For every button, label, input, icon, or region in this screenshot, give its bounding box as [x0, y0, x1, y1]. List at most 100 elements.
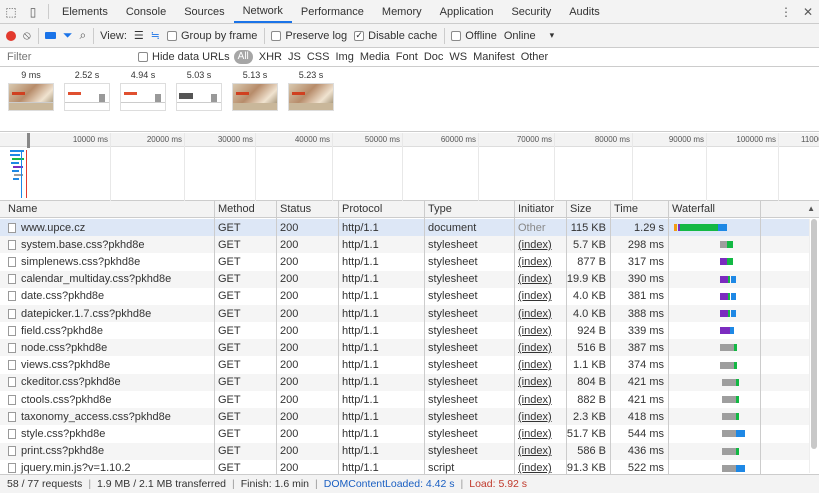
hide-data-urls-checkbox[interactable]: Hide data URLs — [138, 51, 230, 63]
inspect-element-icon[interactable]: ⬚ — [0, 0, 22, 23]
table-row[interactable]: views.css?pkhd8e GET 200 http/1.1 stylesheet… — [0, 357, 819, 374]
filter-input[interactable] — [0, 48, 138, 66]
filter-js[interactable]: JS — [288, 51, 301, 63]
filter-css[interactable]: CSS — [307, 51, 330, 63]
cell-initiator[interactable]: (index) — [514, 391, 566, 408]
table-row[interactable]: calendar_multiday.css?pkhd8e GET 200 http/1… — [0, 270, 819, 288]
tab-console[interactable]: Console — [117, 0, 175, 23]
record-button[interactable] — [6, 30, 16, 41]
disable-cache-checkbox[interactable]: ✓ Disable cache — [354, 30, 437, 42]
cell-initiator[interactable]: (index) — [514, 271, 566, 288]
sort-ascending-icon[interactable]: ▲ — [807, 204, 815, 213]
cell-initiator[interactable]: (index) — [514, 408, 566, 425]
column-header-name[interactable]: Name — [4, 201, 214, 217]
filter-toggle-button[interactable]: ⏷ — [63, 28, 73, 43]
table-row[interactable]: field.css?pkhd8e GET 200 http/1.1 stylesheet… — [0, 322, 819, 339]
cell-initiator[interactable]: (index) — [514, 305, 566, 322]
screenshot-frame[interactable]: 2.52 s — [64, 68, 110, 111]
column-header-initiator[interactable]: Initiator — [514, 201, 566, 217]
tab-elements[interactable]: Elements — [53, 0, 117, 23]
device-toolbar-icon[interactable]: ▯ — [22, 0, 44, 23]
table-row[interactable]: ckeditor.css?pkhd8e GET 200 http/1.1 stylesh… — [0, 373, 819, 391]
table-row[interactable]: print.css?pkhd8e GET 200 http/1.1 stylesheet… — [0, 442, 819, 460]
cell-name: views.css?pkhd8e — [4, 357, 214, 374]
large-rows-button[interactable]: ☰ — [134, 29, 144, 42]
screenshot-frame[interactable]: 4.94 s — [120, 68, 166, 111]
clear-button[interactable]: ⦸ — [23, 28, 31, 43]
overview-selection-handle[interactable] — [27, 133, 30, 148]
cell-initiator[interactable]: (index) — [514, 460, 566, 474]
column-header-size[interactable]: Size — [566, 201, 610, 217]
filter-font[interactable]: Font — [396, 51, 418, 63]
column-divider[interactable] — [214, 201, 215, 474]
table-row[interactable]: system.base.css?pkhd8e GET 200 http/1.1 styl… — [0, 236, 819, 254]
overview-button[interactable]: ≒ — [151, 29, 160, 42]
cell-initiator[interactable]: (index) — [514, 357, 566, 374]
column-header-protocol[interactable]: Protocol — [338, 201, 424, 217]
video-capture-button[interactable] — [44, 32, 56, 39]
cell-initiator[interactable]: (index) — [514, 322, 566, 339]
column-divider[interactable] — [668, 201, 669, 474]
filter-other[interactable]: Other — [521, 51, 549, 63]
filter-doc[interactable]: Doc — [424, 51, 444, 63]
table-row[interactable]: taxonomy_access.css?pkhd8e GET 200 http/1.1… — [0, 408, 819, 426]
screenshot-frame[interactable]: 5.13 s — [232, 68, 278, 111]
table-row[interactable]: www.upce.cz GET 200 http/1.1 document Other 11… — [0, 219, 819, 236]
column-divider[interactable] — [760, 201, 761, 474]
close-icon[interactable]: ✕ — [797, 0, 819, 23]
cell-initiator[interactable]: (index) — [514, 253, 566, 270]
table-row[interactable]: node.css?pkhd8e GET 200 http/1.1 stylesheet (… — [0, 339, 819, 357]
cell-initiator[interactable]: (index) — [514, 374, 566, 391]
tab-network[interactable]: Network — [233, 0, 292, 23]
search-button[interactable]: ⌕ — [79, 28, 86, 43]
column-divider[interactable] — [338, 201, 339, 474]
cell-initiator[interactable]: (index) — [514, 443, 566, 460]
tab-audits[interactable]: Audits — [560, 0, 609, 23]
screenshot-frame[interactable]: 5.03 s — [176, 68, 222, 111]
tab-sources[interactable]: Sources — [175, 0, 233, 23]
screenshot-frame[interactable]: 5.23 s — [288, 68, 334, 111]
offline-checkbox[interactable]: Offline — [451, 30, 497, 42]
column-divider[interactable] — [514, 201, 515, 474]
column-divider[interactable] — [276, 201, 277, 474]
column-header-time[interactable]: Time — [610, 201, 668, 217]
cell-initiator[interactable]: (index) — [514, 236, 566, 253]
preserve-log-checkbox[interactable]: Preserve log — [271, 30, 347, 42]
tab-security[interactable]: Security — [502, 0, 560, 23]
filter-ws[interactable]: WS — [449, 51, 467, 63]
column-header-method[interactable]: Method — [214, 201, 276, 217]
tab-application[interactable]: Application — [431, 0, 503, 23]
initiator-text: (index) — [518, 341, 552, 354]
tab-performance[interactable]: Performance — [292, 0, 373, 23]
column-header-waterfall[interactable]: Waterfall — [668, 201, 808, 217]
throttling-select[interactable]: Online ▾ — [504, 30, 554, 42]
column-header-status[interactable]: Status — [276, 201, 338, 217]
table-row[interactable]: ctools.css?pkhd8e GET 200 http/1.1 styleshee… — [0, 391, 819, 408]
group-by-frame-checkbox[interactable]: Group by frame — [166, 30, 257, 42]
time-text: 339 ms — [627, 324, 664, 337]
table-row[interactable]: style.css?pkhd8e GET 200 http/1.1 stylesheet… — [0, 425, 819, 442]
cell-type: stylesheet — [424, 339, 514, 356]
tab-memory[interactable]: Memory — [373, 0, 431, 23]
cell-initiator[interactable]: (index) — [514, 288, 566, 305]
table-row[interactable]: datepicker.1.7.css?pkhd8e GET 200 http/1.1 s… — [0, 305, 819, 322]
column-divider[interactable] — [610, 201, 611, 474]
column-divider[interactable] — [424, 201, 425, 474]
screenshot-frame[interactable]: 9 ms — [8, 68, 54, 111]
column-divider[interactable] — [566, 201, 567, 474]
filter-img[interactable]: Img — [335, 51, 353, 63]
scrollbar-thumb[interactable] — [811, 219, 817, 449]
kebab-menu-icon[interactable]: ⋮ — [775, 0, 797, 23]
type-text: stylesheet — [428, 307, 478, 320]
table-row[interactable]: jquery.min.js?v=1.10.2 GET 200 http/1.1 scri… — [0, 460, 819, 474]
column-header-type[interactable]: Type — [424, 201, 514, 217]
filter-media[interactable]: Media — [360, 51, 390, 63]
filter-xhr[interactable]: XHR — [259, 51, 282, 63]
filter-manifest[interactable]: Manifest — [473, 51, 515, 63]
table-row[interactable]: date.css?pkhd8e GET 200 http/1.1 stylesheet (… — [0, 288, 819, 305]
timeline-overview[interactable]: 10000 ms 20000 ms 30000 ms 40000 ms 50000 ms… — [0, 133, 819, 201]
cell-initiator[interactable]: (index) — [514, 339, 566, 356]
cell-initiator[interactable]: (index) — [514, 425, 566, 442]
table-row[interactable]: simplenews.css?pkhd8e GET 200 http/1.1 style… — [0, 253, 819, 270]
filter-all-button[interactable]: All — [233, 50, 253, 64]
